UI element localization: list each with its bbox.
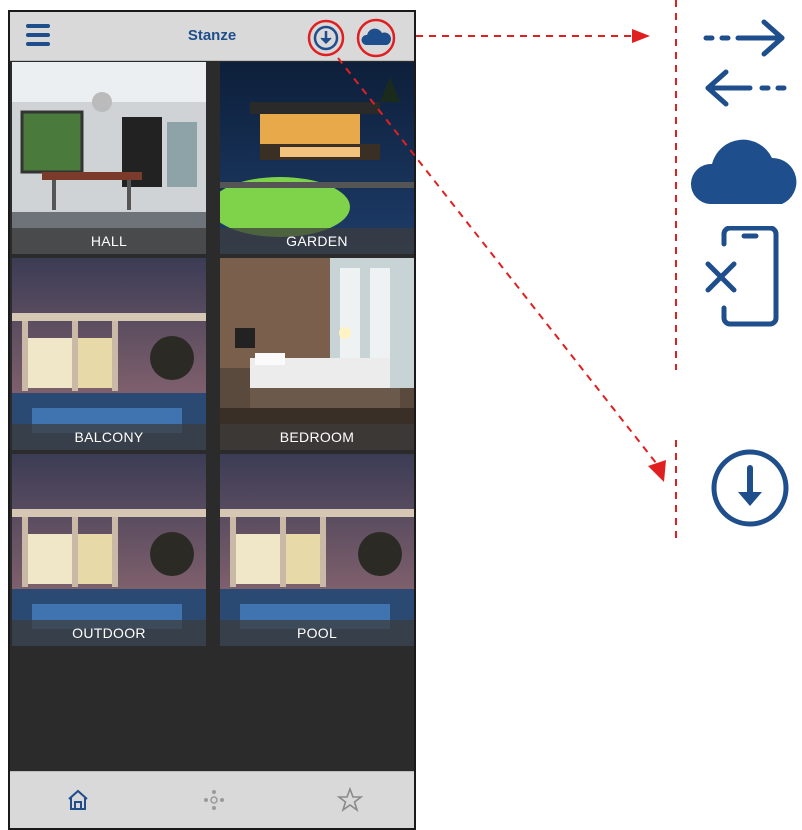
room-tile-outdoor[interactable]: OUTDOOR — [12, 454, 206, 646]
room-image — [220, 62, 414, 254]
hamburger-menu-icon[interactable] — [26, 24, 50, 46]
star-icon[interactable] — [336, 786, 364, 814]
room-label: POOL — [220, 620, 414, 646]
room-tile-bedroom[interactable]: BEDROOM — [220, 258, 414, 450]
room-image — [12, 454, 206, 646]
download-icon[interactable] — [306, 18, 346, 58]
home-icon[interactable] — [64, 786, 92, 814]
room-label: HALL — [12, 228, 206, 254]
bottom-nav — [10, 771, 414, 828]
room-image — [220, 258, 414, 450]
room-image — [220, 454, 414, 646]
room-image — [12, 62, 206, 254]
sync-arrows-icon — [703, 19, 787, 107]
room-label: GARDEN — [220, 228, 414, 254]
phone-screen: Stanze HALL GARDEN BALCONY BEDROOM OUTDO… — [8, 10, 416, 830]
top-bar: Stanze — [10, 12, 414, 61]
room-label: OUTDOOR — [12, 620, 206, 646]
room-tile-pool[interactable]: POOL — [220, 454, 414, 646]
page-title: Stanze — [187, 27, 237, 44]
room-tile-hall[interactable]: HALL — [12, 62, 206, 254]
room-image — [12, 258, 206, 450]
cloud-icon[interactable] — [356, 18, 396, 58]
room-tile-balcony[interactable]: BALCONY — [12, 258, 206, 450]
phone-remove-icon — [705, 226, 779, 327]
scenes-icon[interactable] — [200, 786, 228, 814]
download-icon — [711, 449, 789, 527]
cloud-icon — [690, 139, 797, 204]
room-label: BALCONY — [12, 424, 206, 450]
room-tile-garden[interactable]: GARDEN — [220, 62, 414, 254]
room-label: BEDROOM — [220, 424, 414, 450]
